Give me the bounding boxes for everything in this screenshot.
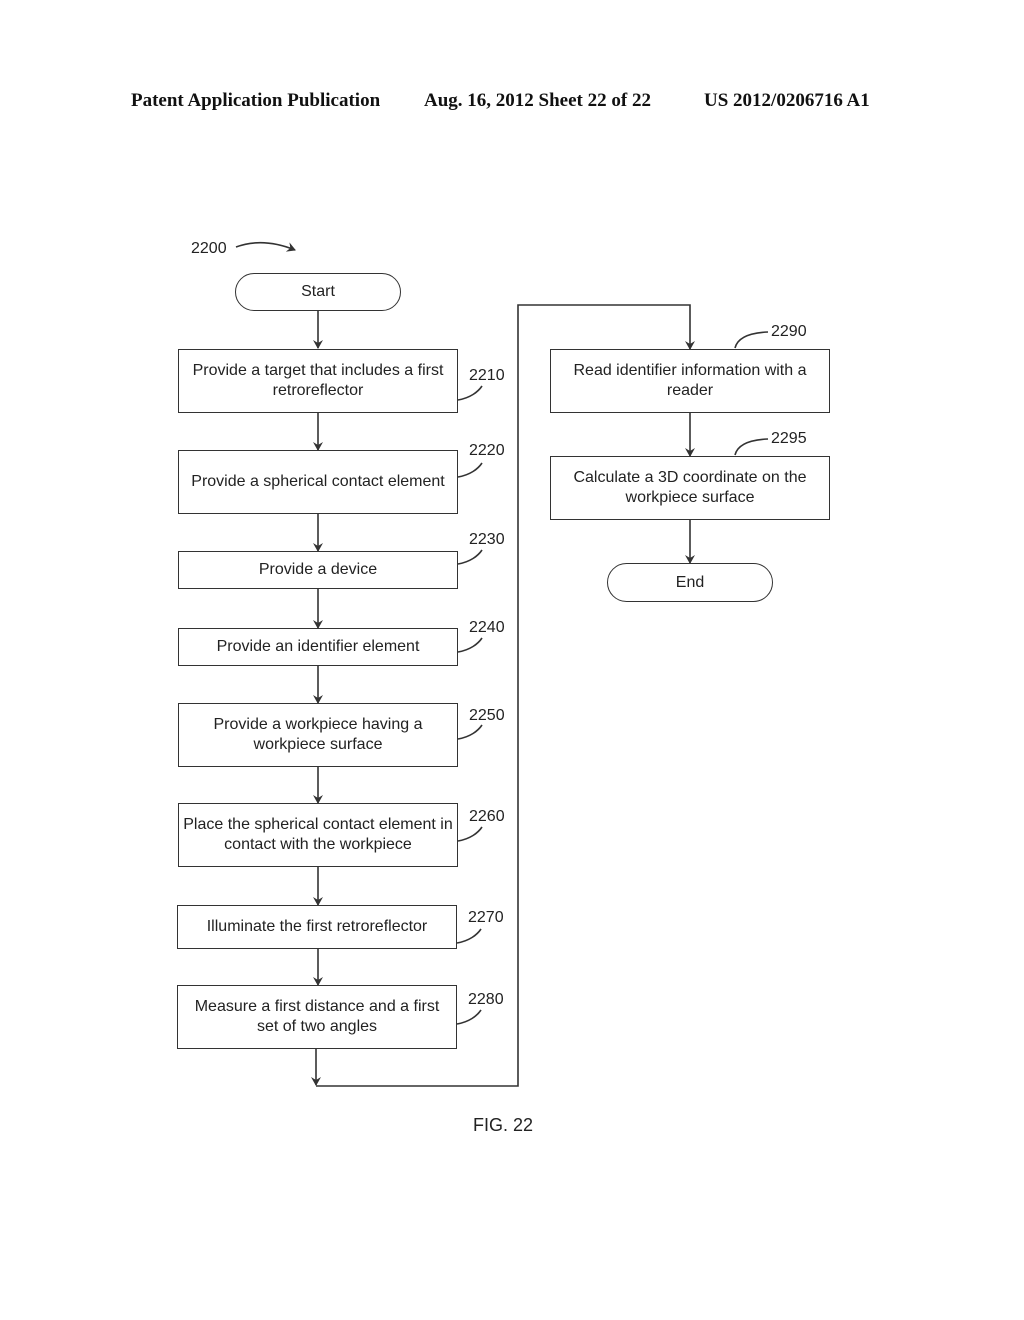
leader-2295	[734, 438, 769, 456]
end-terminal: End	[607, 563, 773, 602]
ref-2295: 2295	[771, 430, 807, 447]
ref-2240: 2240	[469, 619, 505, 636]
step-2290: Read identifier information with a reade…	[550, 349, 830, 413]
step-2270: Illuminate the first retroreflector	[177, 905, 457, 949]
step-2260: Place the spherical contact element in c…	[178, 803, 458, 867]
step-2250: Provide a workpiece having a workpiece s…	[178, 703, 458, 767]
ref-2210: 2210	[469, 367, 505, 384]
ref-2200: 2200	[191, 240, 227, 257]
leader-2250	[457, 724, 483, 740]
leader-2240	[457, 637, 483, 653]
ref-2270: 2270	[468, 909, 504, 926]
leader-2210	[457, 385, 483, 401]
step-2280: Measure a first distance and a first set…	[177, 985, 457, 1049]
ref-2260: 2260	[469, 808, 505, 825]
arrow-2280-2290	[316, 304, 695, 1087]
step-2240: Provide an identifier element	[178, 628, 458, 666]
ref-2290: 2290	[771, 323, 807, 340]
ref-2220: 2220	[469, 442, 505, 459]
leader-2220	[457, 462, 483, 478]
ref-2230: 2230	[469, 531, 505, 548]
step-2210: Provide a target that includes a first r…	[178, 349, 458, 413]
start-terminal: Start	[235, 273, 401, 311]
ref-2250: 2250	[469, 707, 505, 724]
step-2230: Provide a device	[178, 551, 458, 589]
figure-caption: FIG. 22	[473, 1115, 534, 1135]
ref-2280: 2280	[468, 991, 504, 1008]
leader-2290	[734, 331, 769, 349]
leader-2230	[457, 549, 483, 565]
ref-2200-arrow	[235, 241, 296, 252]
leader-2260	[457, 826, 483, 842]
leader-2270	[456, 928, 482, 944]
step-2295: Calculate a 3D coordinate on the workpie…	[550, 456, 830, 520]
leader-2280	[456, 1009, 482, 1025]
step-2220: Provide a spherical contact element	[178, 450, 458, 514]
